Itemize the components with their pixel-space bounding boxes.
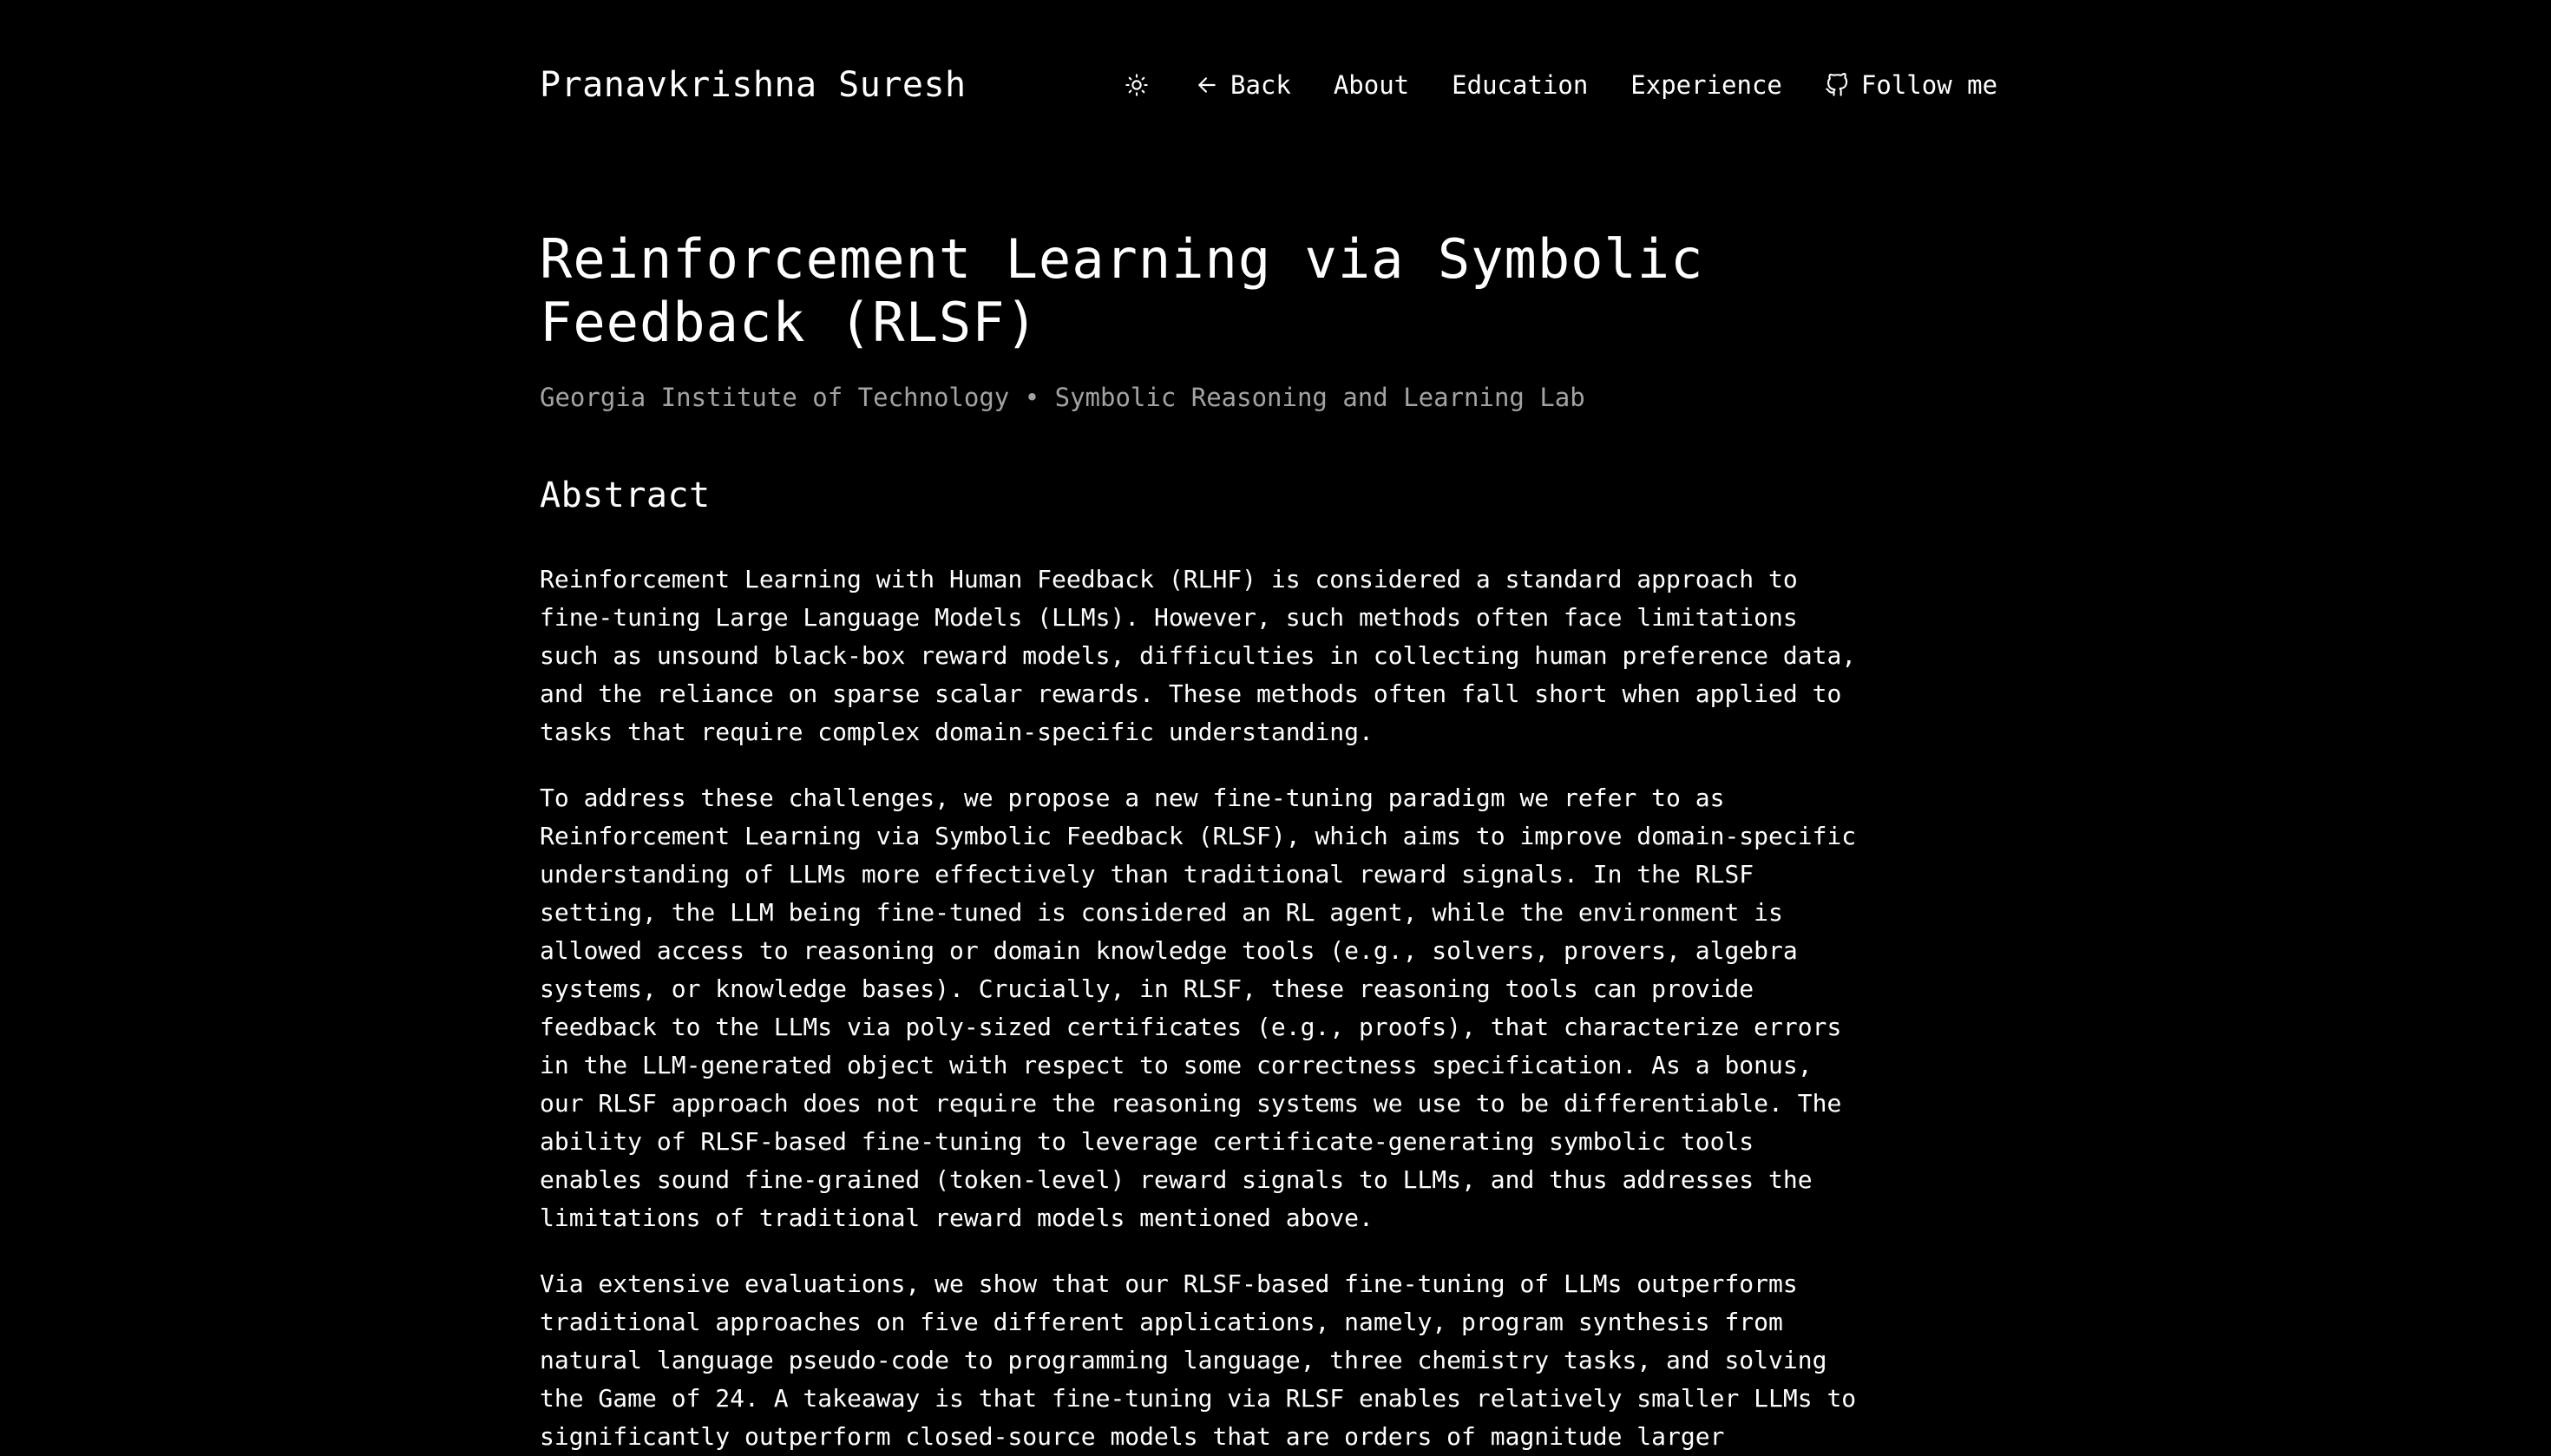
top-nav: Back About Education Experience Follow m… <box>1119 68 1997 102</box>
theme-toggle-button[interactable] <box>1119 68 1154 102</box>
abstract-paragraph-2: To address these challenges, we propose … <box>540 784 1857 1232</box>
page-title: Reinforcement Learning via Symbolic Feed… <box>540 227 1704 354</box>
nav-follow-label: Follow me <box>1860 70 1998 100</box>
nav-experience-link[interactable]: Experience <box>1630 70 1782 100</box>
site-title[interactable]: Pranavkrishna Suresh <box>540 64 967 106</box>
arrow-left-icon <box>1196 74 1218 96</box>
nav-education-link[interactable]: Education <box>1452 70 1588 100</box>
nav-back-link[interactable]: Back <box>1196 70 1291 100</box>
nav-about-link[interactable]: About <box>1334 70 1409 100</box>
nav-follow-link[interactable]: Follow me <box>1825 70 1997 100</box>
page-subtitle: Georgia Institute of Technology • Symbol… <box>540 383 1585 412</box>
sun-icon <box>1125 74 1148 96</box>
abstract-body: Reinforcement Learning with Human Feedba… <box>540 561 1867 1456</box>
nav-back-label: Back <box>1230 70 1291 100</box>
abstract-paragraph-3: Via extensive evaluations, we show that … <box>540 1269 1857 1451</box>
abstract-paragraph-1: Reinforcement Learning with Human Feedba… <box>540 565 1857 746</box>
abstract-heading: Abstract <box>540 475 711 515</box>
github-icon <box>1825 73 1849 97</box>
